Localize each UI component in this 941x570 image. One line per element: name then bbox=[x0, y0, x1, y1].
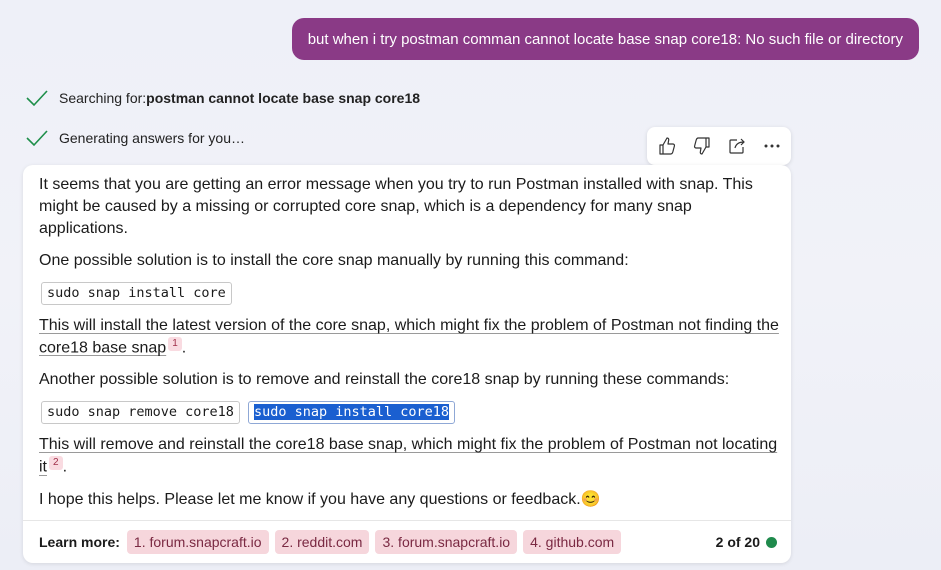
generating-text: Generating answers for you… bbox=[59, 130, 245, 146]
counter-text: 2 of 20 bbox=[715, 534, 760, 550]
period: . bbox=[181, 339, 187, 357]
code-snippet[interactable]: sudo snap install core bbox=[41, 282, 232, 305]
response-action-bar bbox=[647, 127, 791, 165]
searching-status: Searching for: postman cannot locate bas… bbox=[25, 86, 420, 110]
answer-paragraph: Another possible solution is to remove a… bbox=[39, 371, 730, 389]
period: . bbox=[62, 458, 68, 476]
citation-ref[interactable]: 2 bbox=[49, 456, 63, 471]
thumbs-down-icon[interactable] bbox=[688, 132, 716, 160]
searching-prefix: Searching for: bbox=[59, 90, 147, 106]
source-link[interactable]: 2. reddit.com bbox=[274, 530, 370, 554]
thumbs-up-icon[interactable] bbox=[653, 132, 681, 160]
source-link[interactable]: 1. forum.snapcraft.io bbox=[126, 530, 269, 554]
cited-text[interactable]: This will install the latest version of … bbox=[39, 317, 779, 356]
searching-query: postman cannot locate base snap core18 bbox=[146, 90, 421, 106]
learn-more-label: Learn more: bbox=[39, 534, 120, 550]
code-snippet-selected[interactable]: sudo snap install core18 bbox=[247, 401, 456, 425]
answer-paragraph: One possible solution is to install the … bbox=[39, 252, 629, 269]
cited-text[interactable]: This will remove and reinstall the core1… bbox=[39, 436, 777, 475]
answer-card: It seems that you are getting an error m… bbox=[23, 165, 791, 563]
answer-paragraph: It seems that you are getting an error m… bbox=[39, 176, 753, 237]
source-link[interactable]: 3. forum.snapcraft.io bbox=[375, 530, 518, 554]
check-icon bbox=[26, 130, 48, 147]
share-icon[interactable] bbox=[723, 132, 751, 160]
closing-paragraph: I hope this helps. Please let me know if… bbox=[39, 490, 601, 508]
more-options-icon[interactable] bbox=[758, 132, 786, 160]
cited-paragraph: This will remove and reinstall the core1… bbox=[39, 434, 779, 478]
generating-status: Generating answers for you… bbox=[25, 126, 245, 150]
source-link[interactable]: 4. github.com bbox=[523, 530, 622, 554]
citation-ref[interactable]: 1 bbox=[168, 337, 182, 351]
check-icon bbox=[26, 90, 48, 107]
code-snippet[interactable]: sudo snap remove core18 bbox=[41, 401, 240, 425]
learn-more-footer: Learn more: 1. forum.snapcraft.io 2. red… bbox=[23, 520, 791, 563]
status-dot-icon bbox=[766, 536, 777, 548]
response-counter: 2 of 20 bbox=[716, 534, 777, 550]
user-message: but when i try postman comman cannot loc… bbox=[291, 18, 919, 60]
answer-content: It seems that you are getting an error m… bbox=[39, 174, 779, 521]
cited-paragraph: This will install the latest version of … bbox=[39, 315, 779, 359]
selected-text[interactable]: sudo snap install core18 bbox=[253, 404, 450, 421]
